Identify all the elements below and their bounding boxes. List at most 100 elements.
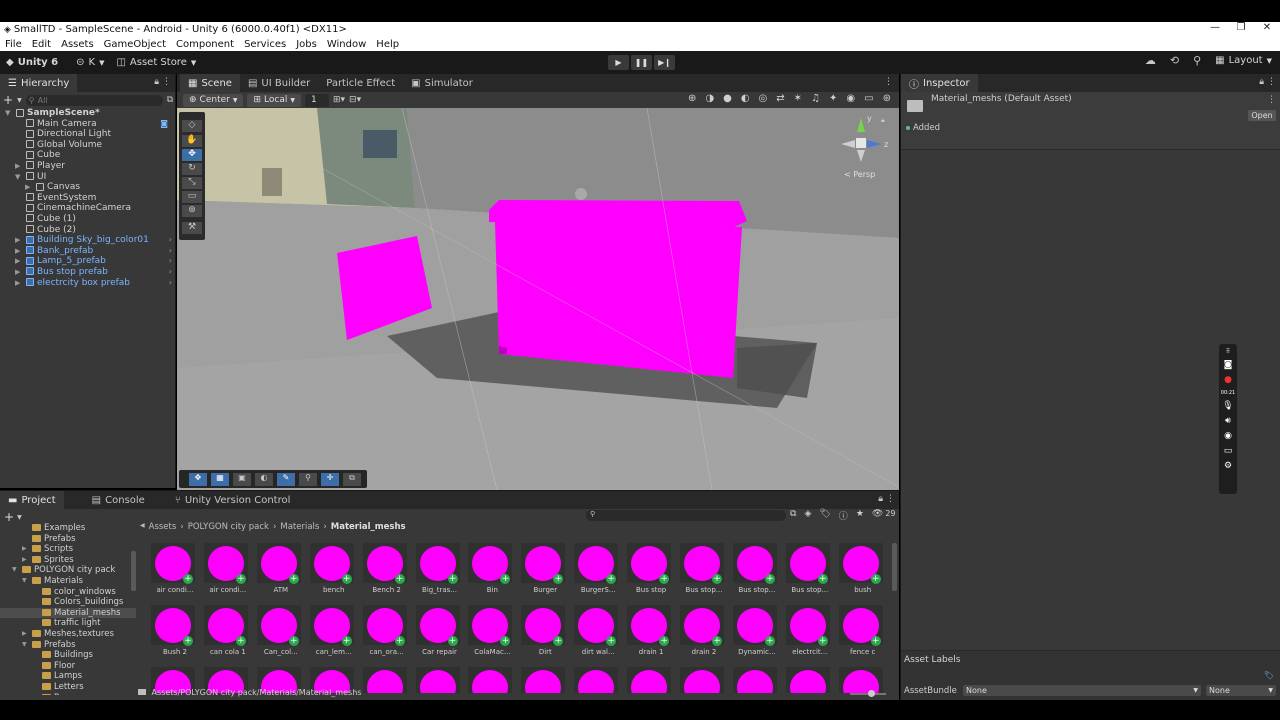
collapse-arrow-icon[interactable]: ▶ [15, 267, 20, 278]
collapse-arrow-icon[interactable]: ▶ [22, 544, 27, 555]
material-asset-tile[interactable]: + can_lem... [308, 605, 356, 661]
tab-unity-version-control[interactable]: ⑂ Unity Version Control [167, 491, 299, 509]
pivot-dropdown[interactable]: ⊕ Center ▼ [183, 93, 244, 107]
orientation-gizmo[interactable]: y z 🔒︎ [837, 114, 891, 164]
project-folder-item[interactable]: ▼ POLYGON city pack [0, 565, 136, 576]
assetbundle-variant-dropdown[interactable]: None ▼ [1206, 685, 1276, 696]
expand-arrow-icon[interactable]: ▼ [22, 576, 27, 587]
collapse-arrow-icon[interactable]: ▶ [22, 629, 27, 640]
prefab-open-chevron-icon[interactable]: › [169, 246, 172, 257]
collapse-arrow-icon[interactable]: ▶ [22, 555, 27, 566]
tab-hierarchy[interactable]: ☰ Hierarchy [0, 74, 78, 92]
thumbnail-size-slider[interactable] [850, 690, 886, 697]
project-folder-item[interactable]: Lamps [0, 671, 136, 682]
material-asset-tile[interactable]: + BurgerS... [572, 543, 620, 599]
unlit-mode-icon[interactable]: ◐ [741, 93, 750, 104]
hierarchy-item[interactable]: ▼ SampleScene* [0, 108, 176, 119]
material-asset-tile[interactable]: + Can_col... [255, 605, 303, 661]
project-folder-item[interactable]: ▼ Prefabs [0, 640, 136, 651]
view-tool-button[interactable]: ◇ [182, 120, 202, 132]
tab-inspector[interactable]: ⓘ Inspector [901, 74, 978, 92]
pan-icon[interactable]: ✛ [321, 472, 339, 486]
material-asset-tile[interactable]: + Big_tras... [414, 543, 462, 599]
material-asset-tile[interactable]: + ColaMac... [466, 605, 514, 661]
material-asset-tile[interactable]: + ATM [255, 543, 303, 599]
project-folder-item[interactable]: Letters [0, 682, 136, 693]
tab-particle-effect[interactable]: Particle Effect [318, 74, 403, 92]
material-asset-tile[interactable]: + Burger [519, 543, 567, 599]
project-folder-item[interactable]: Floor [0, 661, 136, 672]
record-icon[interactable]: ● [1224, 375, 1232, 385]
material-asset-tile[interactable]: + air condi... [202, 543, 250, 599]
close-button[interactable]: ✕ [1254, 22, 1280, 33]
step-button[interactable]: ▶❙ [654, 55, 675, 70]
project-folder-item[interactable]: ▼ Materials [0, 576, 136, 587]
search-icon[interactable]: ⚲ [1193, 54, 1201, 67]
menu-jobs[interactable]: Jobs [291, 39, 322, 50]
prefab-open-chevron-icon[interactable]: › [169, 278, 172, 289]
project-folder-item[interactable]: ▶ Scripts [0, 544, 136, 555]
more-menu-icon[interactable]: ⋮ [1267, 95, 1276, 105]
project-folder-item[interactable]: Buildings [0, 650, 136, 661]
more-menu-icon[interactable]: ⋮ [1267, 77, 1276, 87]
hand-tool-button[interactable]: ✋ [182, 135, 202, 147]
scene-viewport[interactable]: ◇ ✋ ✥ ↻ ⤡ ▭ ⊛ ⚒ y z 🔒︎ < Persp ✥ ▦ ▣ ◐ ✎… [177, 108, 899, 490]
rect-tool-button[interactable]: ▭ [182, 191, 202, 203]
snap-move-icon[interactable]: ✥ [189, 472, 207, 486]
material-asset-tile[interactable]: + can_ora... [361, 605, 409, 661]
expand-arrow-icon[interactable]: ▼ [15, 172, 20, 183]
material-asset-tile[interactable]: + Bush 2 [149, 605, 197, 661]
lock-icon[interactable]: 🔒︎ [154, 77, 159, 87]
label-tag-icon[interactable]: 🏷︎ [1264, 671, 1274, 680]
project-folder-item[interactable]: ▶ Sprites [0, 555, 136, 566]
hierarchy-item[interactable]: Cube (2) [0, 225, 176, 236]
hierarchy-item[interactable]: EventSystem [0, 193, 176, 204]
material-asset-tile[interactable]: + Bus stop... [678, 543, 726, 599]
vertex-snap-icon[interactable]: ▣ [233, 472, 251, 486]
hidden-packages-icon[interactable]: 👁︎ [872, 509, 883, 522]
info-icon[interactable]: ⓘ [839, 509, 848, 522]
material-asset-tile[interactable]: + drain 1 [625, 605, 673, 661]
material-asset-tile[interactable]: + dirt wal... [572, 605, 620, 661]
more-menu-icon[interactable]: ⋮ [884, 77, 893, 87]
material-asset-tile[interactable]: + Dirt [519, 605, 567, 661]
label-filter-icon[interactable]: 🏷︎ [819, 509, 830, 522]
zoom-icon[interactable]: ⚲ [299, 472, 317, 486]
overlay-menu-icon[interactable]: ⧉ [343, 472, 361, 486]
hierarchy-item[interactable]: ▶ Player [0, 161, 176, 172]
more-menu-icon[interactable]: ⋮ [886, 494, 895, 504]
expand-arrow-icon[interactable]: ▼ [5, 108, 10, 119]
menu-file[interactable]: File [0, 39, 27, 50]
play-button[interactable]: ▶ [608, 55, 629, 70]
hierarchy-item[interactable]: ▶ electrcity box prefab › [0, 278, 176, 289]
hierarchy-item[interactable]: Cube [0, 150, 176, 161]
tab-scene[interactable]: ▦ Scene [180, 74, 240, 92]
scale-tool-button[interactable]: ⤡ [182, 177, 202, 189]
camera-icon[interactable]: ◙ [1224, 360, 1233, 370]
layout-dropdown[interactable]: ▦ Layout ▼ [1215, 55, 1272, 66]
microphone-icon[interactable]: 🎙︎ [1222, 401, 1233, 411]
breadcrumb-material-meshs[interactable]: Material_meshs [331, 522, 406, 532]
menu-services[interactable]: Services [239, 39, 291, 50]
open-button[interactable]: Open [1248, 110, 1276, 121]
asset-grid-scrollbar[interactable] [892, 543, 897, 591]
project-folder-item[interactable]: Props [0, 693, 136, 695]
screen-icon[interactable]: ▭ [1224, 446, 1233, 456]
settings-gear-icon[interactable]: ⚙ [1224, 461, 1232, 471]
custom-tool-button[interactable]: ⚒ [182, 222, 202, 234]
prefab-open-chevron-icon[interactable]: › [169, 235, 172, 246]
material-asset-tile[interactable]: + Car repair [414, 605, 462, 661]
material-asset-tile[interactable]: + Bus stop... [731, 543, 779, 599]
tab-ui-builder[interactable]: ▤ UI Builder [240, 74, 318, 92]
project-folder-item[interactable]: Colors_buildings [0, 597, 136, 608]
hierarchy-item[interactable]: ▶ Bus stop prefab › [0, 267, 176, 278]
expand-arrow-icon[interactable]: ▼ [22, 640, 27, 651]
project-folder-item[interactable]: Prefabs [0, 534, 136, 545]
filter-icon[interactable]: ⧉ [167, 95, 173, 105]
prefab-open-chevron-icon[interactable]: › [169, 267, 172, 278]
maximize-button[interactable]: ❐ [1228, 22, 1254, 33]
assetbundle-dropdown[interactable]: None ▼ [963, 685, 1201, 696]
move-tool-button[interactable]: ✥ [182, 149, 202, 161]
project-folder-item[interactable]: ▶ Meshes,textures [0, 629, 136, 640]
material-asset-tile[interactable]: + Bench 2 [361, 543, 409, 599]
